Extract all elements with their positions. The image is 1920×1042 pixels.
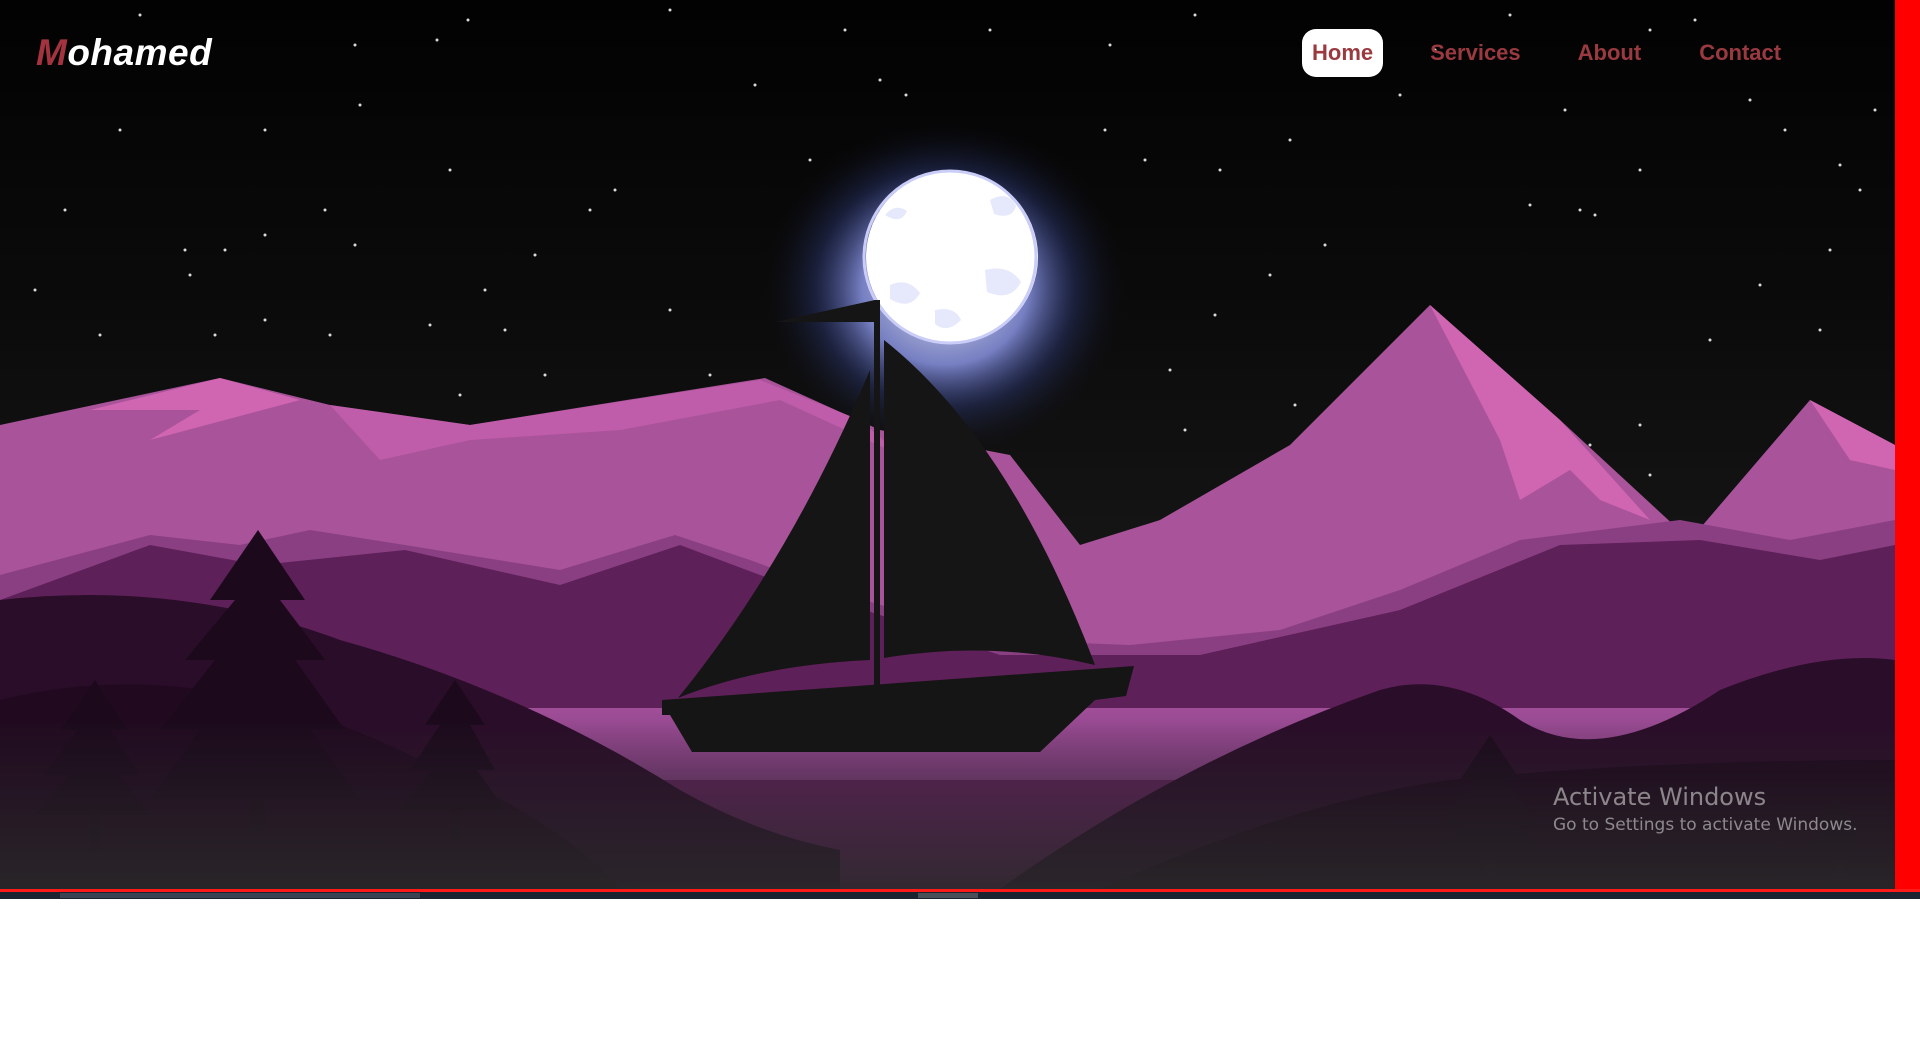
night-landscape-illustration (0, 8, 1895, 889)
right-border (1895, 0, 1920, 889)
logo-first-letter: M (36, 32, 68, 73)
windows-activation-watermark: Activate Windows Go to Settings to activ… (1553, 781, 1858, 837)
watermark-title: Activate Windows (1553, 783, 1767, 811)
scrollbar-thumb-secondary[interactable] (918, 893, 978, 898)
logo-rest: ohamed (67, 32, 213, 73)
logo[interactable]: Mohamed (36, 30, 212, 76)
nav-about[interactable]: About (1568, 29, 1652, 77)
watermark-subtitle: Go to Settings to activate Windows. (1553, 815, 1858, 835)
nav-home[interactable]: Home (1302, 29, 1384, 77)
hero-section: Mohamed Home Services About Contact Acti… (0, 0, 1895, 889)
main-nav: Home Services About Contact (1302, 29, 1791, 77)
moon (862, 169, 1038, 345)
scrollbar-thumb[interactable] (60, 893, 420, 898)
page: Mohamed Home Services About Contact Acti… (0, 0, 1920, 1042)
scrollbar[interactable] (0, 892, 1920, 899)
nav-services[interactable]: Services (1420, 29, 1531, 77)
nav-contact[interactable]: Contact (1689, 29, 1791, 77)
